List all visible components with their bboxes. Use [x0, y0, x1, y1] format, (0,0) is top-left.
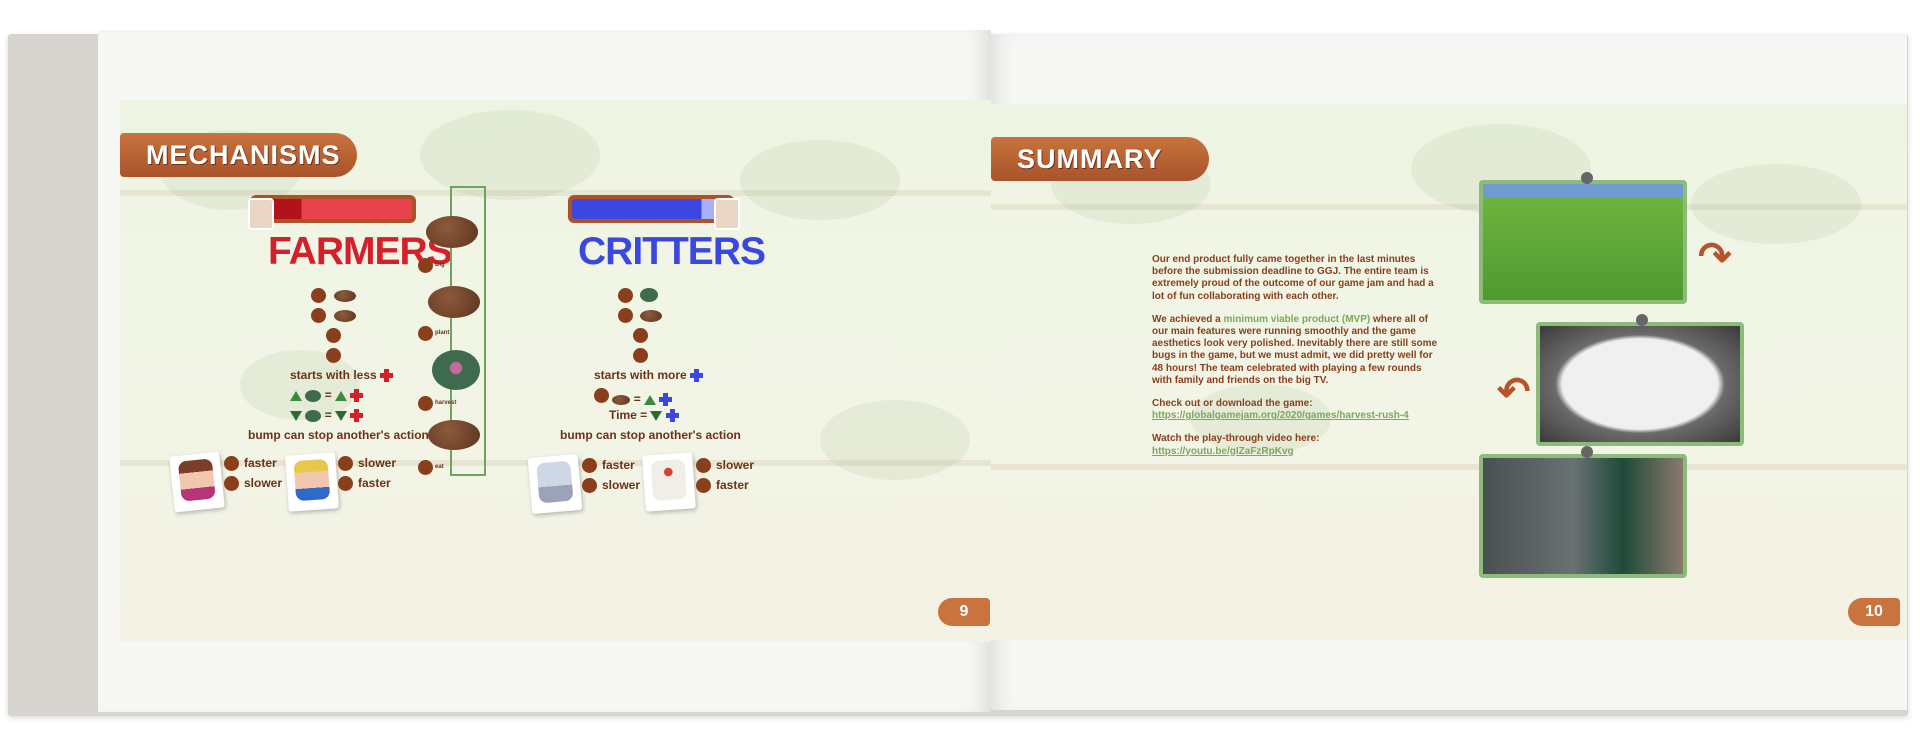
pushpin-icon — [1636, 314, 1648, 326]
summary-paragraph-1: Our end product fully came together in t… — [1152, 254, 1434, 302]
speed-icon — [582, 478, 597, 493]
video-block: Watch the play-through video here: https… — [1152, 433, 1442, 457]
editor-screenshot-photo — [1479, 180, 1687, 304]
seedling-soil-icon — [334, 310, 356, 322]
farmers-bump-text: bump can stop another's action — [248, 428, 429, 442]
critter-chicken-stat-2: faster — [716, 478, 749, 492]
plant-soil-icon — [640, 288, 658, 302]
farmer-girl-card — [169, 451, 225, 513]
farmer-boy-card — [285, 452, 339, 512]
page-number-right: 10 — [1848, 598, 1900, 626]
video-label: Watch the play-through video here: — [1152, 433, 1320, 445]
curved-arrow-icon: ↶ — [1497, 370, 1531, 414]
critters-starts-text: starts with more — [594, 368, 704, 383]
flow-line — [450, 474, 486, 476]
dug-hole-image — [428, 286, 480, 318]
game-art-background — [991, 104, 1907, 640]
summary-text-block: Our end product fully came together in t… — [1152, 254, 1442, 469]
critters-title: CRITTERS — [578, 230, 766, 273]
soil-icon — [334, 290, 356, 302]
page-left: MECHANISMS FARMERS starts with less = = … — [98, 30, 991, 712]
speed-icon — [582, 458, 597, 473]
critter-white-card — [527, 453, 583, 515]
laptop-game-photo — [1536, 322, 1744, 446]
flow-harvest-label: harvest — [435, 400, 457, 406]
farmer-boy-stat-2: faster — [358, 476, 391, 490]
farmers-equation-down: = — [290, 408, 364, 423]
plant-icon — [311, 308, 326, 323]
critter-white-stat-1: faster — [602, 458, 635, 472]
dig-icon — [633, 328, 648, 343]
plant-icon — [418, 326, 433, 341]
speed-icon — [696, 458, 711, 473]
page-right: SUMMARY Our end product fully came toget… — [991, 34, 1907, 710]
plant-image — [432, 350, 480, 390]
critter-white-stat-2: slower — [602, 478, 641, 492]
harvest-icon — [326, 328, 341, 343]
flow-plant-label: plant — [435, 330, 450, 336]
dig-icon — [618, 288, 633, 303]
page-number-left: 9 — [938, 598, 990, 626]
eat-icon — [326, 348, 341, 363]
speed-icon — [696, 478, 711, 493]
critters-health-bar — [568, 195, 734, 223]
dig-icon — [418, 258, 433, 273]
mechanisms-heading: MECHANISMS — [120, 133, 357, 177]
pushpin-icon — [1581, 446, 1593, 458]
download-block: Check out or download the game: https://… — [1152, 398, 1442, 422]
eat-icon — [618, 308, 633, 323]
eat-icon — [418, 460, 433, 475]
summary-heading: SUMMARY — [991, 137, 1209, 181]
farmers-starts-text: starts with less — [290, 368, 394, 383]
speed-icon — [338, 476, 353, 491]
soil-icon — [640, 310, 662, 322]
dig-icon — [311, 288, 326, 303]
video-link[interactable]: https://youtu.be/gIZaFzRpKvg — [1152, 446, 1294, 457]
download-label: Check out or download the game: — [1152, 398, 1313, 410]
critters-bump-text: bump can stop another's action — [560, 428, 741, 442]
farmer-avatar-icon — [248, 198, 274, 230]
critter-chicken-card — [642, 452, 696, 512]
flow-line — [450, 186, 486, 188]
farmer-girl-stat-1: faster — [244, 456, 277, 470]
flow-eat-label: eat — [435, 464, 444, 470]
speed-icon — [224, 456, 239, 471]
game-art-background — [120, 100, 991, 642]
flow-dig-label: Dig — [435, 262, 445, 268]
harvest-icon — [418, 396, 433, 411]
soil-pile-image — [426, 216, 478, 248]
summary-paragraph-2: We achieved a minimum viable product (MV… — [1152, 313, 1438, 386]
pushpin-icon — [1581, 172, 1593, 184]
flow-line — [484, 186, 486, 476]
harvested-soil-image — [428, 420, 480, 450]
critters-equation: = — [594, 388, 673, 407]
critter-chicken-stat-1: slower — [716, 458, 755, 472]
farmer-boy-stat-1: slower — [358, 456, 397, 470]
farmers-health-bar — [250, 195, 416, 223]
curved-arrow-icon: ↷ — [1698, 235, 1732, 279]
tv-playtest-photo — [1479, 454, 1687, 578]
speed-icon — [338, 456, 353, 471]
critter-avatar-icon — [714, 198, 740, 230]
farmers-equation-up: = — [290, 388, 364, 403]
farmer-girl-stat-2: slower — [244, 476, 283, 490]
harvest-icon — [633, 348, 648, 363]
critters-time-equation: Time = — [609, 408, 679, 423]
speed-icon — [224, 476, 239, 491]
download-link[interactable]: https://globalgamejam.org/2020/games/har… — [1152, 410, 1409, 421]
